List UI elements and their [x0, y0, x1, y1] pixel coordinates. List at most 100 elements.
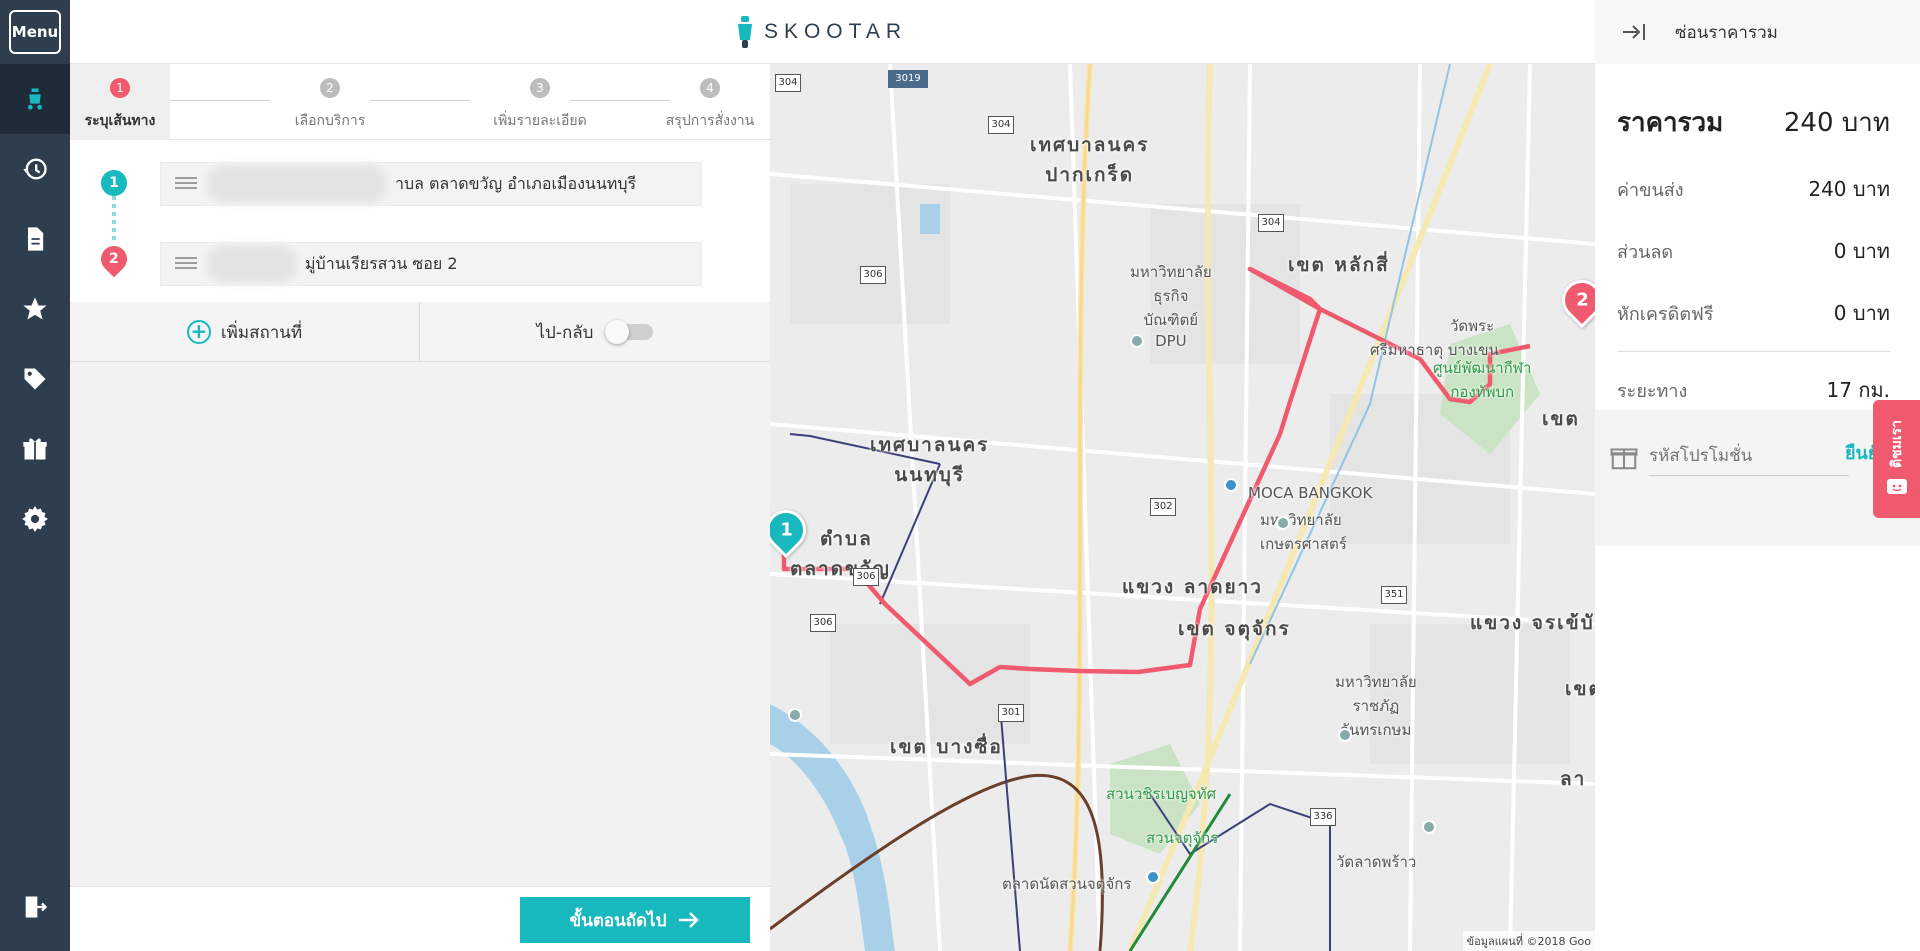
- map-label-ladyao: แขวง ลาดยาว: [1122, 576, 1263, 598]
- history-icon: [23, 158, 47, 180]
- poi-icon[interactable]: [1422, 820, 1436, 834]
- sidebar-item-promotions[interactable]: [0, 344, 70, 414]
- stop-1-marker: 1: [101, 170, 127, 196]
- hide-price-button[interactable]: ซ่อนราคารวม: [1595, 0, 1920, 64]
- step-label: ระบุเส้นทาง: [84, 113, 156, 129]
- poi-icon[interactable]: [788, 708, 802, 722]
- step-connector: [370, 100, 470, 101]
- poi-icon[interactable]: [1276, 516, 1290, 530]
- add-stop-button[interactable]: + เพิ่มสถานที่: [70, 302, 420, 362]
- poi-icon[interactable]: [1146, 870, 1160, 884]
- distance-row: ระยะทาง 17 กม.: [1617, 374, 1890, 406]
- discount-value: 0 บาท: [1833, 239, 1890, 263]
- tag-icon: [24, 368, 46, 390]
- chat-face-icon: [1886, 479, 1907, 494]
- step-label: เลือกบริการ: [294, 113, 366, 129]
- menu-button[interactable]: Menu: [9, 10, 61, 54]
- road-shield: 306: [853, 568, 879, 586]
- step-connector: [170, 100, 270, 101]
- step-4[interactable]: 4 สรุปการสั่งงาน: [650, 64, 770, 140]
- fare-row: ค่าขนส่ง 240 บาท: [1617, 173, 1890, 205]
- credit-value: 0 บาท: [1833, 301, 1890, 325]
- promo-section: ยืนยัน: [1595, 410, 1920, 546]
- map-label-army-sports: ศูนย์พัฒนากีฬา กองทัพบก: [1433, 356, 1531, 404]
- step-number: 2: [320, 78, 340, 98]
- map-label-moca: MOCA BANGKOK: [1248, 484, 1373, 502]
- sidebar-item-settings[interactable]: [0, 484, 70, 554]
- step-1[interactable]: 1 ระบุเส้นทาง: [70, 64, 170, 140]
- start-pin-number: 1: [779, 519, 793, 541]
- feedback-tab[interactable]: ติชมเรา: [1873, 400, 1920, 518]
- map-label-bangsue: เขต บางซื่อ: [890, 736, 1003, 758]
- map-copyright[interactable]: ข้อมูลแผนที่ ©2018 Goo: [1462, 931, 1595, 951]
- price-summary: ราคารวม 240 บาท ค่าขนส่ง 240 บาท ส่วนลด …: [1595, 64, 1920, 406]
- gift-icon: [1610, 448, 1638, 470]
- step-2[interactable]: 2 เลือกบริการ: [270, 64, 390, 140]
- map-label-line: ราชภัฏ: [1352, 697, 1400, 715]
- logout-icon: [25, 896, 48, 918]
- fare-label: ค่าขนส่ง: [1617, 180, 1684, 201]
- brand-name: SKOOTAR: [763, 19, 908, 43]
- drag-handle-icon[interactable]: [175, 177, 197, 191]
- map-label-ku: มหาวิทยาลัย เกษตรศาสตร์: [1260, 508, 1347, 556]
- next-step-button[interactable]: ขั้นตอนถัดไป: [520, 897, 750, 943]
- poi-icon[interactable]: [1224, 478, 1238, 492]
- scooter-logo-icon: [737, 15, 752, 48]
- map-label-line: เทศบาลนคร: [1030, 134, 1150, 156]
- poi-icon[interactable]: [1130, 334, 1144, 348]
- distance-label: ระยะทาง: [1617, 381, 1688, 402]
- round-trip-toggle[interactable]: [605, 320, 654, 344]
- stop-2-address[interactable]: มู่บ้านเรียรสวน ซอย 2: [160, 242, 702, 286]
- road-shield: 304: [1258, 214, 1284, 232]
- total-label: ราคารวม: [1617, 108, 1724, 138]
- map-label-pakkret: เทศบาลนคร ปากเกร็ด: [1030, 130, 1149, 190]
- stop-connector: [112, 196, 116, 244]
- sidebar-item-history[interactable]: [0, 134, 70, 204]
- sidebar-item-logout[interactable]: [0, 872, 70, 942]
- map-label-jorakhebua: แขวง จรเข้บัว: [1470, 612, 1595, 634]
- sidebar-item-documents[interactable]: [0, 204, 70, 274]
- step-number: 1: [110, 78, 130, 98]
- step-3[interactable]: 3 เพิ่มรายละเอียด: [460, 64, 620, 140]
- map-label-line: บัณฑิตย์: [1143, 311, 1199, 329]
- sidebar-item-rewards[interactable]: [0, 414, 70, 484]
- end-pin-number: 2: [1575, 289, 1589, 311]
- redacted-text: [207, 245, 297, 283]
- redacted-text: [207, 165, 387, 203]
- stop-1-address[interactable]: าบล ตลาดขวัญ อำเภอเมืองนนทบุรี: [160, 162, 702, 206]
- route-map[interactable]: เทศบาลนคร ปากเกร็ด เทศบาลนคร นนทบุรี ตำบ…: [770, 64, 1595, 951]
- map-label-line: เทศบาลนคร: [870, 434, 990, 456]
- step-indicator: 1 ระบุเส้นทาง 2 เลือกบริการ 3 เพิ่มรายละ…: [70, 64, 770, 140]
- step-number: 3: [530, 78, 550, 98]
- map-label-line: เกษตรศาสตร์: [1260, 535, 1347, 553]
- map-label-line: นนทบุรี: [894, 464, 966, 486]
- map-label-watphra: วัดพระ ศรีมหาธาตุ บางเขน: [1370, 314, 1499, 362]
- map-label-lat-right: ลา: [1560, 768, 1587, 790]
- sidebar-rail: Menu: [0, 0, 70, 951]
- arrow-right-icon: [679, 912, 700, 928]
- map-label-khet-right: เขต ล: [1565, 678, 1595, 700]
- step-label: สรุปการสั่งงาน: [665, 113, 755, 129]
- map-label-nonthaburi: เทศบาลนคร นนทบุรี: [870, 430, 989, 490]
- map-label-line: วัดพระ: [1450, 317, 1495, 335]
- price-panel: ซ่อนราคารวม ราคารวม 240 บาท ค่าขนส่ง 240…: [1595, 0, 1920, 951]
- road-shield: 301: [998, 704, 1024, 722]
- sidebar-item-new-order[interactable]: [0, 64, 70, 134]
- route-actions: + เพิ่มสถานที่ ไป-กลับ: [70, 302, 770, 362]
- drag-handle-icon[interactable]: [175, 257, 197, 271]
- panel-footer: ขั้นตอนถัดไป: [70, 886, 770, 951]
- map-label-line: มหาวิทยาลัย: [1260, 511, 1342, 529]
- divider: [1617, 351, 1890, 352]
- sidebar-item-favorites[interactable]: [0, 274, 70, 344]
- map-label-khet-right2: เขต: [1542, 408, 1580, 430]
- feedback-label: ติชมเรา: [1888, 420, 1905, 468]
- step-number: 4: [700, 78, 720, 98]
- stop-1-address-text: าบล ตลาดขวัญ อำเภอเมืองนนทบุรี: [395, 173, 637, 193]
- gift-box-icon: [23, 438, 47, 460]
- road-shield: 304: [775, 74, 801, 92]
- map-label-wat-lat-phrao: วัดลาดพร้าว: [1336, 853, 1417, 871]
- promo-code-input[interactable]: [1649, 436, 1849, 476]
- poi-icon[interactable]: [1338, 728, 1352, 742]
- brand-logo[interactable]: SKOOTAR: [734, 15, 908, 48]
- add-stop-label: เพิ่มสถานที่: [220, 322, 303, 343]
